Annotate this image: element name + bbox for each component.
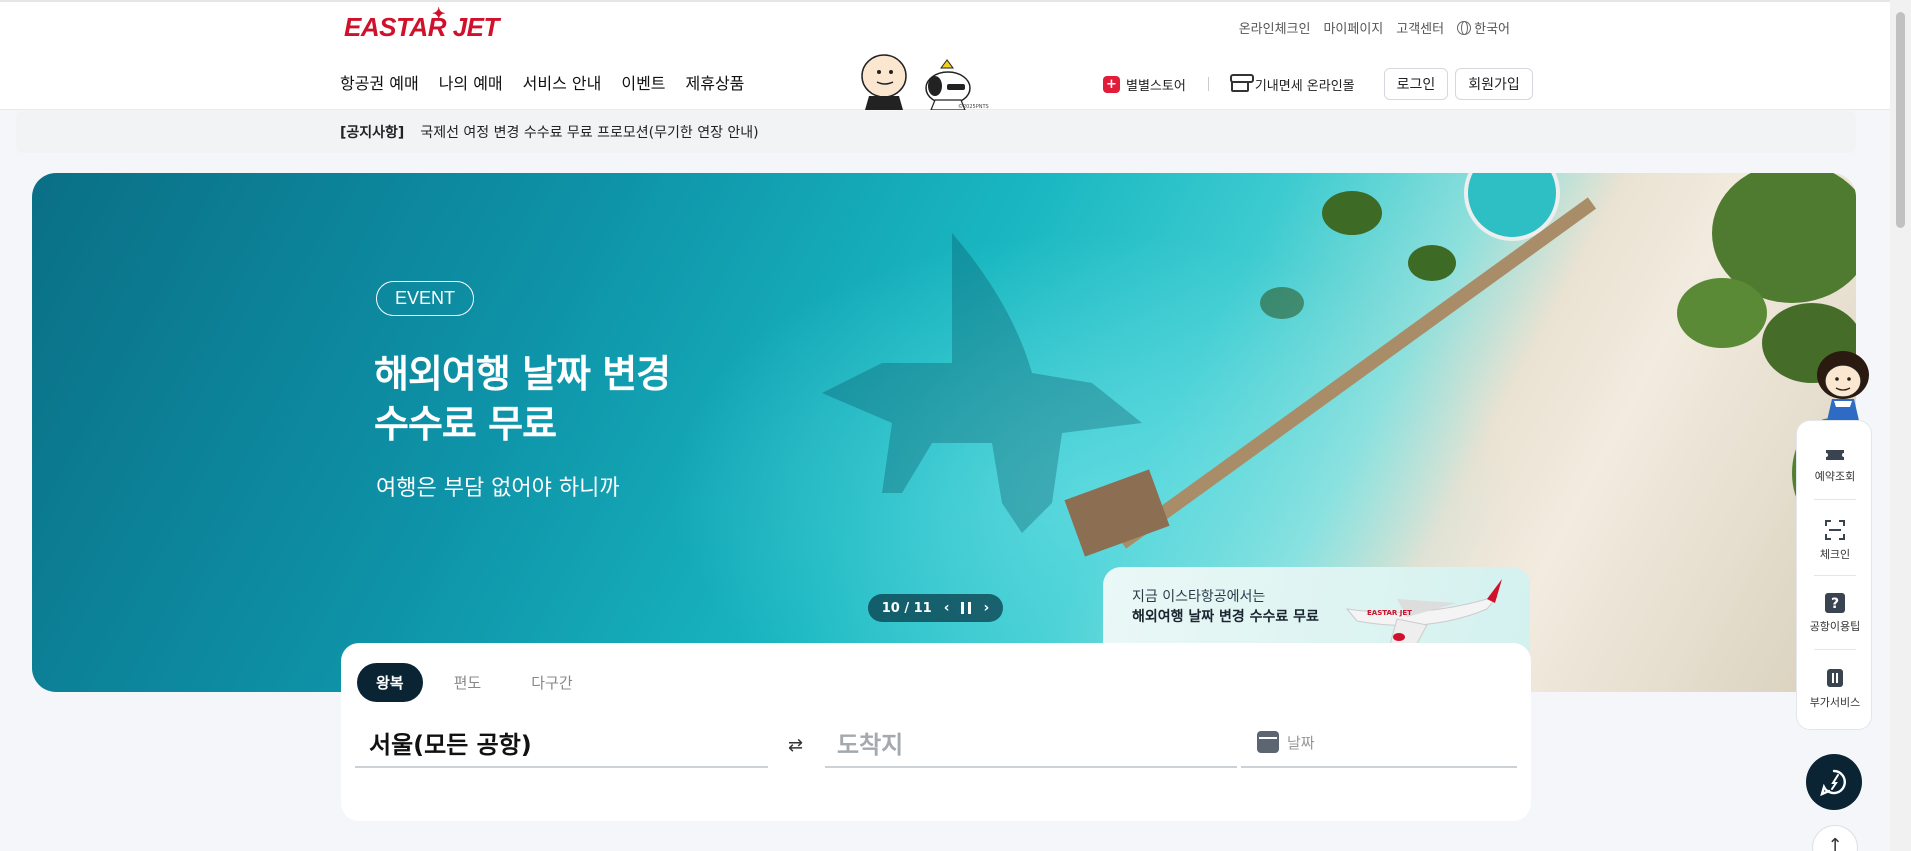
plane-livery-text: EASTAR JET: [1367, 609, 1412, 617]
utility-nav: 온라인체크인 마이페이지 고객센터 한국어: [1239, 18, 1510, 37]
divider: [1814, 575, 1856, 576]
chat-icon: [1820, 769, 1846, 797]
scrollbar-thumb[interactable]: [1896, 12, 1905, 228]
login-button[interactable]: 로그인: [1383, 68, 1449, 100]
tab-one-way[interactable]: 편도: [435, 663, 501, 702]
duty-free-label: 기내면세 온라인몰: [1254, 78, 1355, 94]
online-checkin-link[interactable]: 온라인체크인: [1239, 18, 1311, 37]
prev-slide-icon[interactable]: ‹: [944, 600, 950, 616]
arrow-up-icon: ↑: [1827, 835, 1843, 851]
logo-text: EASTAR JET: [344, 12, 499, 42]
customer-center-link[interactable]: 고객센터: [1396, 18, 1444, 37]
mypage-link[interactable]: 마이페이지: [1323, 18, 1383, 37]
quick-menu-checkin[interactable]: 체크인: [1797, 519, 1873, 562]
quick-menu: 예약조회 체크인 ? 공항이용팁 부가서비스: [1796, 420, 1872, 730]
globe-icon: [1457, 20, 1472, 35]
notice-tag: [공지사항]: [340, 125, 405, 141]
nav-item-my-booking[interactable]: 나의 예매: [439, 70, 503, 94]
hero-title-line2: 수수료 무료: [374, 402, 557, 446]
main-nav: 항공권 예매 나의 예매 서비스 안내 이벤트 제휴상품: [340, 70, 744, 94]
promo-line2: 해외여행 날짜 변경 수수료 무료: [1132, 609, 1319, 625]
quick-menu-label: 공항이용팁: [1809, 620, 1861, 633]
page-scrollbar[interactable]: [1890, 0, 1911, 851]
nav-item-partner-products[interactable]: 제휴상품: [686, 70, 745, 94]
quick-menu-airport-tips[interactable]: ? 공항이용팁: [1797, 593, 1873, 634]
trip-type-tabs: 왕복 편도 다구간: [357, 663, 592, 702]
site-header: EASTAR JET ✦ 온라인체크인 마이페이지 고객센터 한국어 항공권 예…: [0, 2, 1890, 110]
date-field[interactable]: 날짜: [1241, 718, 1517, 768]
swap-icon[interactable]: ⇄: [788, 735, 803, 756]
notice-bar[interactable]: [공지사항] 국제선 여정 변경 수수료 무료 프로모션(무기한 연장 안내): [16, 111, 1856, 153]
quick-menu-label: 부가서비스: [1809, 696, 1861, 709]
hero-banner[interactable]: EVENT 해외여행 날짜 변경 수수료 무료 여행은 부담 없어야 하니까 1…: [32, 173, 1856, 692]
eastar-jet-logo[interactable]: EASTAR JET ✦: [344, 6, 499, 43]
promo-text: 지금 이스타항공에서는 해외여행 날짜 변경 수수료 무료: [1132, 587, 1319, 627]
quick-menu-extra-services[interactable]: 부가서비스: [1797, 667, 1873, 710]
date-placeholder: 날짜: [1287, 733, 1315, 752]
scroll-top-button[interactable]: ↑: [1812, 825, 1858, 851]
lucy-character-icon: [1817, 351, 1869, 425]
signup-button[interactable]: 회원가입: [1455, 68, 1533, 100]
next-slide-icon[interactable]: ›: [983, 600, 989, 616]
tab-multi-city[interactable]: 다구간: [512, 663, 591, 702]
quick-menu-booking-lookup[interactable]: 예약조회: [1797, 447, 1873, 484]
origin-field[interactable]: 서울(모든 공항): [355, 718, 768, 768]
chatbot-button[interactable]: [1806, 754, 1862, 810]
duty-free-link[interactable]: 기내면세 온라인몰: [1229, 74, 1355, 94]
pause-icon[interactable]: [961, 602, 972, 614]
language-label: 한국어: [1474, 22, 1510, 37]
peanuts-characters-illustration: ©2025PNTS: [861, 54, 989, 110]
shop-icon: [1229, 74, 1254, 92]
svg-text:?: ?: [1831, 596, 1839, 612]
scan-icon: [1825, 520, 1845, 540]
quick-menu-label: 예약조회: [1814, 470, 1856, 483]
question-icon: ?: [1825, 593, 1845, 613]
hero-subtitle: 여행은 부담 없어야 하니까: [376, 476, 620, 501]
divider: [1814, 649, 1856, 650]
language-selector[interactable]: 한국어: [1457, 18, 1510, 37]
header-actions: + 별별스토어 기내면세 온라인몰 로그인 회원가입: [1103, 68, 1533, 100]
copyright-text: ©2025PNTS: [958, 103, 989, 110]
tab-round-trip[interactable]: 왕복: [357, 663, 423, 702]
slide-counter: 10 / 11: [881, 600, 932, 616]
logo-star-icon: ✦: [432, 6, 445, 23]
promo-line1: 지금 이스타항공에서는: [1132, 589, 1266, 605]
ticket-icon: [1826, 450, 1844, 460]
divider: [1814, 499, 1856, 500]
store-link[interactable]: + 별별스토어: [1103, 75, 1186, 94]
hero-title-line1: 해외여행 날짜 변경: [374, 352, 671, 396]
destination-field[interactable]: 도착지: [825, 718, 1237, 768]
luggage-icon: [1827, 669, 1843, 687]
nav-item-events[interactable]: 이벤트: [621, 70, 665, 94]
nav-item-ticket-booking[interactable]: 항공권 예매: [340, 70, 419, 94]
carousel-pager: 10 / 11 ‹ ›: [868, 594, 1003, 622]
event-badge: EVENT: [376, 281, 475, 316]
notice-text[interactable]: 국제선 여정 변경 수수료 무료 프로모션(무기한 연장 안내): [420, 122, 758, 142]
nav-item-service-info[interactable]: 서비스 안내: [523, 70, 602, 94]
calendar-icon: [1257, 731, 1279, 753]
store-plus-icon: +: [1103, 75, 1120, 93]
store-label: 별별스토어: [1126, 78, 1186, 94]
divider: [1207, 77, 1209, 91]
booking-widget: 왕복 편도 다구간 서울(모든 공항) ⇄ 도착지 날짜: [341, 643, 1531, 821]
quick-menu-label: 체크인: [1819, 548, 1851, 561]
hero-title: 해외여행 날짜 변경 수수료 무료: [374, 349, 671, 449]
